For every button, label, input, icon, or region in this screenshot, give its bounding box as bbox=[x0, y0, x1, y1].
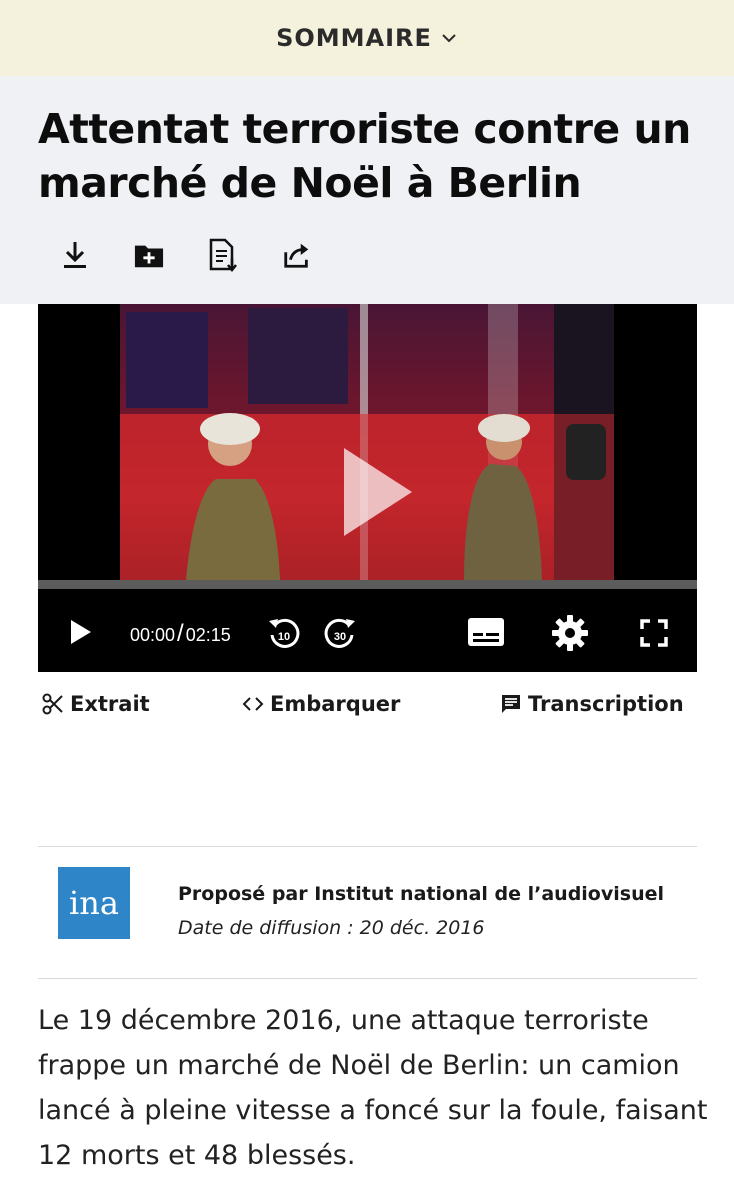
extract-link[interactable]: Extrait bbox=[42, 692, 150, 716]
share-button[interactable] bbox=[282, 238, 312, 272]
rewind-10-icon: 10 bbox=[269, 618, 300, 648]
embed-label: Embarquer bbox=[270, 692, 401, 716]
player-controls: 00:00/02:15 10 30 bbox=[38, 589, 697, 672]
forward-label: 30 bbox=[334, 631, 346, 643]
provider-name[interactable]: Institut national de l’audiovisuel bbox=[314, 883, 664, 905]
video-frame[interactable] bbox=[120, 304, 614, 580]
progress-bar[interactable] bbox=[38, 580, 697, 589]
subtitles-button[interactable] bbox=[466, 615, 506, 649]
time-display: 00:00/02:15 bbox=[130, 620, 231, 648]
gear-icon bbox=[552, 615, 588, 651]
add-to-folder-button[interactable] bbox=[134, 238, 164, 272]
duration: 02:15 bbox=[185, 625, 231, 645]
current-time: 00:00 bbox=[130, 625, 176, 645]
big-play-icon[interactable] bbox=[338, 444, 418, 540]
sommaire-label: SOMMAIRE bbox=[276, 24, 432, 52]
add-to-folder-icon bbox=[134, 245, 164, 268]
embed-link[interactable]: Embarquer bbox=[242, 692, 400, 716]
time-separator: / bbox=[177, 620, 184, 647]
divider-bottom bbox=[38, 978, 697, 979]
download-icon bbox=[64, 242, 86, 268]
article-header: Attentat terroriste contre un marché de … bbox=[0, 76, 734, 304]
document-download-icon bbox=[209, 238, 237, 272]
article-toolbar bbox=[60, 238, 312, 272]
transcription-label: Transcription bbox=[528, 692, 684, 716]
rewind-10-button[interactable]: 10 bbox=[266, 613, 302, 651]
comment-text-icon bbox=[502, 695, 520, 713]
transcription-link[interactable]: Transcription bbox=[500, 692, 684, 716]
forward-30-button[interactable]: 30 bbox=[322, 613, 358, 651]
settings-button[interactable] bbox=[550, 613, 590, 653]
ina-logo-text: ina bbox=[69, 884, 119, 922]
scissors-icon bbox=[42, 693, 63, 715]
play-button[interactable] bbox=[66, 617, 96, 647]
extract-label: Extrait bbox=[70, 692, 150, 716]
share-icon bbox=[284, 243, 309, 268]
forward-30-icon: 30 bbox=[324, 618, 355, 648]
proposed-by-prefix: Proposé par bbox=[178, 883, 315, 905]
rewind-label: 10 bbox=[278, 631, 290, 643]
video-player[interactable]: 00:00/02:15 10 30 bbox=[38, 304, 697, 672]
sommaire-bar[interactable]: SOMMAIRE bbox=[0, 0, 734, 76]
broadcast-date: Date de diffusion : 20 déc. 2016 bbox=[178, 917, 485, 939]
provider-line: Proposé par Institut national de l’audio… bbox=[178, 883, 664, 905]
video-actions: Extrait Embarquer Transcription bbox=[38, 692, 697, 728]
fullscreen-button[interactable] bbox=[638, 617, 670, 649]
document-download-button[interactable] bbox=[208, 238, 238, 272]
article-description: Le 19 décembre 2016, une attaque terrori… bbox=[38, 1005, 708, 1171]
code-icon bbox=[242, 697, 264, 711]
page-title: Attentat terroriste contre un marché de … bbox=[38, 105, 691, 207]
ina-logo: ina bbox=[58, 867, 130, 939]
subtitles-icon bbox=[468, 618, 504, 646]
chevron-down-icon bbox=[442, 34, 456, 43]
download-button[interactable] bbox=[60, 238, 90, 272]
play-icon bbox=[71, 620, 91, 644]
fullscreen-icon bbox=[640, 619, 668, 647]
divider-top bbox=[38, 846, 697, 847]
